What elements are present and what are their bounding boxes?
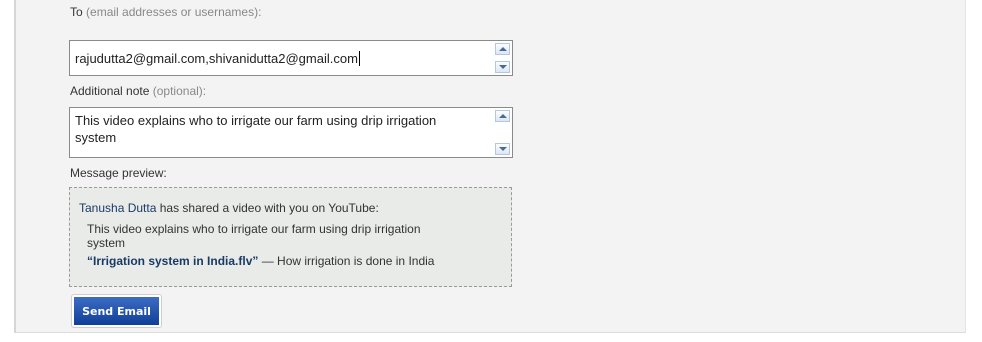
preview-separator: — [258, 254, 278, 268]
message-preview-box: Tanusha Dutta has shared a video with yo… [69, 187, 512, 287]
preview-sender-name: Tanusha Dutta [79, 201, 157, 215]
scroll-down-arrow-icon[interactable] [495, 143, 510, 155]
to-recipients-value: rajudutta2@gmail.com,shivanidutta2@gmail… [75, 50, 486, 67]
preview-note-line-1: This video explains who to irrigate our … [87, 222, 421, 236]
preview-video-title: “Irrigation system in India.flv” [87, 254, 259, 268]
to-recipients-text: rajudutta2@gmail.com,shivanidutta2@gmail… [75, 51, 358, 66]
additional-note-textarea[interactable]: This video explains who to irrigate our … [69, 107, 513, 158]
share-email-panel: To (email addresses or usernames): rajud… [14, 0, 966, 333]
to-label: To (email addresses or usernames): [70, 5, 261, 19]
to-label-hint: (email addresses or usernames): [86, 5, 262, 19]
scroll-down-arrow-icon[interactable] [495, 61, 510, 73]
note-label-hint: (optional): [152, 84, 207, 98]
preview-video-line: “Irrigation system in India.flv” — How i… [87, 254, 434, 268]
preview-note-line-2: system [87, 236, 126, 250]
message-preview-label: Message preview: [70, 166, 167, 180]
text-caret [358, 51, 360, 66]
preview-shared-line: Tanusha Dutta has shared a video with yo… [79, 201, 379, 215]
to-input-scrollbar[interactable] [495, 43, 510, 73]
preview-video-description: How irrigation is done in India [277, 254, 435, 268]
note-label-text: Additional note [70, 84, 150, 98]
to-label-text: To [70, 5, 83, 19]
note-label: Additional note (optional): [70, 84, 206, 98]
preview-shared-text: has shared a video with you on YouTube: [159, 201, 379, 215]
to-recipients-input[interactable]: rajudutta2@gmail.com,shivanidutta2@gmail… [69, 40, 513, 76]
scroll-up-arrow-icon[interactable] [495, 110, 510, 122]
scroll-up-arrow-icon[interactable] [495, 43, 510, 55]
additional-note-value: This video explains who to irrigate our … [75, 113, 437, 145]
note-textarea-scrollbar[interactable] [495, 110, 510, 155]
send-email-button[interactable]: Send Email [71, 294, 162, 328]
